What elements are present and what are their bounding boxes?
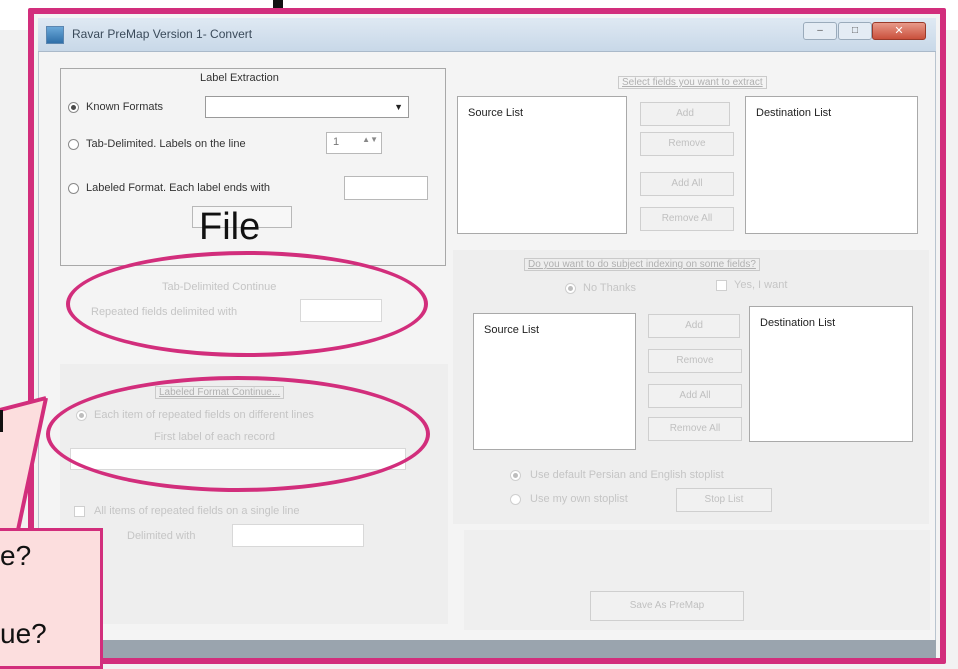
source-list-box[interactable]: Source List — [457, 96, 627, 234]
add-all-button[interactable]: Add All — [640, 172, 734, 196]
add-button[interactable]: Add — [640, 102, 730, 126]
callout-line-2: ue? — [0, 618, 47, 649]
subject-remove-button[interactable]: Remove — [648, 349, 742, 373]
subject-add-all-button[interactable]: Add All — [648, 384, 742, 408]
default-stoplist-radio[interactable] — [510, 470, 521, 481]
select-fields-prompt: Select fields you want to extract — [618, 76, 767, 89]
remove-all-button[interactable]: Remove All — [640, 207, 734, 231]
yes-want-checkbox[interactable] — [716, 280, 727, 291]
all-items-label: All items of repeated fields on a single… — [94, 505, 300, 517]
delimited-with-label: Delimited with — [127, 530, 196, 542]
yes-want-label: Yes, I want — [734, 279, 788, 291]
destination-list-box[interactable]: Destination List — [745, 96, 918, 234]
subject-destination-list-box[interactable]: Destination List — [749, 306, 913, 442]
no-thanks-radio[interactable] — [565, 283, 576, 294]
stop-list-button[interactable]: Stop List — [676, 488, 772, 512]
remove-button[interactable]: Remove — [640, 132, 734, 156]
app-icon — [46, 26, 64, 44]
default-stoplist-label: Use default Persian and English stoplist — [530, 469, 724, 481]
known-formats-dropdown[interactable]: ▼ — [205, 96, 409, 118]
subject-add-button[interactable]: Add — [648, 314, 740, 338]
subject-indexing-prompt: Do you want to do subject indexing on so… — [524, 258, 760, 271]
subject-destination-list-header: Destination List — [760, 317, 836, 329]
tab-lines-spinner[interactable]: 1 ▲▼ — [326, 132, 382, 154]
subject-source-list-box[interactable]: Source List — [473, 313, 636, 450]
labeled-format-input[interactable] — [344, 176, 428, 200]
maximize-button[interactable]: □ — [838, 22, 872, 40]
subject-source-list-header: Source List — [484, 324, 540, 336]
close-button[interactable]: ✕ — [872, 22, 926, 40]
file-overlay-text: File — [199, 206, 261, 248]
callout-line-1: e? — [0, 540, 32, 571]
subject-remove-all-button[interactable]: Remove All — [648, 417, 742, 441]
destination-list-header: Destination List — [756, 107, 832, 119]
window-bottom-edge — [38, 640, 936, 658]
label-extraction-title: Label Extraction — [200, 72, 279, 84]
delimited-with-input[interactable] — [232, 524, 364, 547]
own-stoplist-label: Use my own stoplist — [530, 493, 628, 505]
annotation-ellipse-top — [66, 251, 428, 357]
tab-delimited-radio[interactable] — [68, 139, 79, 150]
labeled-format-radio[interactable] — [68, 183, 79, 194]
callout-pointer — [0, 396, 48, 531]
labeled-format-label: Labeled Format. Each label ends with — [86, 182, 271, 194]
save-as-premap-button[interactable]: Save As PreMap — [590, 591, 744, 621]
no-thanks-label: No Thanks — [583, 282, 636, 294]
known-formats-label: Known Formats — [86, 101, 164, 113]
spinner-arrows-icon[interactable]: ▲▼ — [362, 135, 378, 144]
tab-lines-value: 1 — [333, 136, 340, 148]
source-list-header: Source List — [468, 107, 524, 119]
known-formats-radio[interactable] — [68, 102, 79, 113]
window-title: Ravar PreMap Version 1- Convert — [72, 27, 253, 41]
chevron-down-icon: ▼ — [394, 102, 403, 112]
minimize-button[interactable]: – — [803, 22, 837, 40]
own-stoplist-radio[interactable] — [510, 494, 521, 505]
tab-delimited-label: Tab-Delimited. Labels on the line — [86, 138, 246, 150]
